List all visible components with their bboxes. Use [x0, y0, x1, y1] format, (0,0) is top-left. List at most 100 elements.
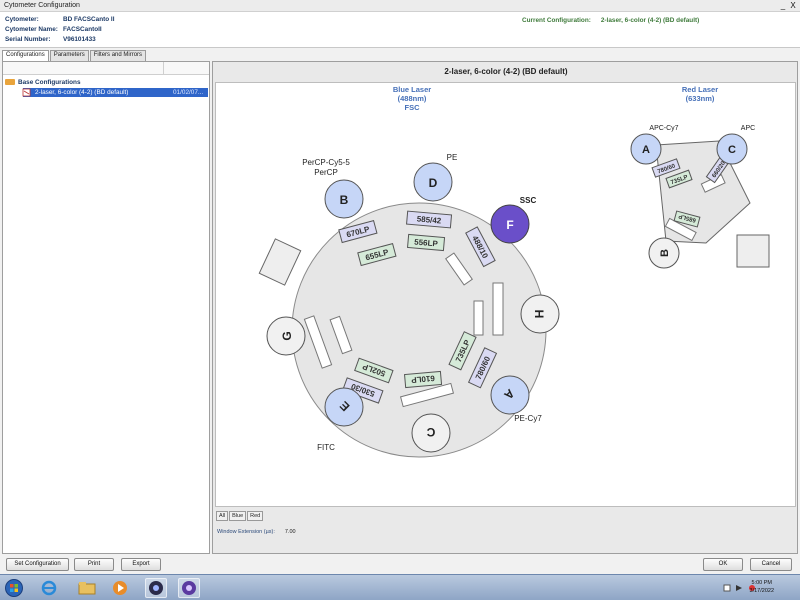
- detector-a-pe-cy7[interactable]: A: [490, 375, 530, 415]
- close-button[interactable]: X: [788, 1, 798, 11]
- blue-laser-fsc: FSC: [405, 103, 421, 112]
- windows-logo-icon: [5, 579, 23, 597]
- cytometer-name-value: FACSCantoII: [63, 26, 102, 33]
- laser-filter-tabs: All Blue Red: [216, 511, 264, 521]
- folder-icon: [78, 582, 96, 595]
- window-titlebar: Cytometer Configuration _ X: [0, 0, 800, 12]
- cytometer-row: Cytometer: BD FACSCanto II: [5, 16, 114, 23]
- mirror-slot: [492, 282, 504, 336]
- set-configuration-button[interactable]: Set Configuration: [6, 558, 69, 571]
- label-percp: PerCP: [314, 168, 338, 177]
- red-mirror-slot-outer: [736, 234, 770, 268]
- detector-g[interactable]: G: [266, 316, 306, 356]
- taskbar-facsdiva[interactable]: [145, 578, 167, 598]
- detector-c[interactable]: C: [411, 413, 451, 453]
- tree-item-date: 01/02/07...: [173, 89, 204, 96]
- minimize-button[interactable]: _: [778, 1, 788, 11]
- clock-time: 5:00 PM: [751, 580, 772, 586]
- detector-d-letter: D: [429, 176, 438, 190]
- current-configuration-label: Current Configuration:: [522, 17, 591, 24]
- folder-icon: [5, 79, 15, 86]
- tab-blue[interactable]: Blue: [229, 511, 247, 521]
- cytometer-info-header: Cytometer: BD FACSCanto II Cytometer Name…: [0, 12, 800, 48]
- red-laser-title: Red Laser: [682, 85, 718, 94]
- detector-b-letter: B: [340, 193, 349, 207]
- window-extension-label: Window Extension (µs):: [217, 529, 275, 535]
- label-percp-cy5-5: PerCP-Cy5-5: [302, 158, 350, 167]
- tree-item-selected-configuration[interactable]: 2-laser, 6-color (4-2) (BD default) 01/0…: [23, 88, 208, 97]
- red-laser-wavelength: (633nm): [686, 94, 715, 103]
- taskbar-cytometer-app[interactable]: [178, 578, 200, 598]
- tree-root-label: Base Configurations: [18, 79, 81, 86]
- tab-configurations[interactable]: Configurations: [2, 50, 49, 61]
- taskbar-media-player[interactable]: [109, 578, 131, 598]
- detector-f-ssc[interactable]: F: [490, 204, 530, 244]
- label-pe: PE: [447, 153, 458, 162]
- cytometer-name-row: Cytometer Name: FACSCantoII: [5, 26, 102, 33]
- taskbar-explorer[interactable]: [76, 578, 98, 598]
- detector-h[interactable]: H: [520, 294, 560, 334]
- label-pe-cy7: PE-Cy7: [514, 414, 542, 423]
- tab-all[interactable]: All: [216, 511, 229, 521]
- detector-d-pe[interactable]: D: [413, 162, 453, 202]
- red-detector-b-letter: B: [659, 249, 671, 257]
- main-tabs: Configurations Parameters Filters and Mi…: [2, 50, 147, 61]
- cytometer-name-label: Cytometer Name:: [5, 26, 58, 33]
- tree-item-label: 2-laser, 6-color (4-2) (BD default): [35, 89, 129, 96]
- cancel-button[interactable]: Cancel: [750, 558, 792, 571]
- mirror-slot: [473, 300, 484, 336]
- label-fitc: FITC: [317, 443, 335, 452]
- serial-number-row: Serial Number: V96101433: [5, 36, 96, 43]
- detector-g-letter: G: [280, 331, 294, 340]
- facsdiva-icon: [149, 581, 163, 595]
- red-detector-b[interactable]: B: [648, 237, 680, 269]
- internet-explorer-icon: [41, 580, 57, 596]
- cytometer-value: BD FACSCanto II: [63, 16, 115, 23]
- start-button[interactable]: [3, 578, 25, 598]
- red-detector-a-letter: A: [642, 144, 650, 156]
- configurations-tree-panel: Base Configurations 2-laser, 6-color (4-…: [2, 61, 210, 554]
- detector-h-letter: H: [532, 310, 546, 319]
- window-extension: Window Extension (µs): 7.00: [217, 529, 296, 535]
- current-configuration: Current Configuration: 2-laser, 6-color (…: [522, 17, 699, 24]
- label-apc-cy7: APC-Cy7: [649, 125, 678, 132]
- red-detector-c-apc[interactable]: C: [716, 133, 748, 165]
- laser-diagram: Blue Laser (488nm) FSC 670LP 655LP 585/4…: [258, 85, 770, 458]
- tab-red[interactable]: Red: [247, 511, 264, 521]
- print-button[interactable]: Print: [74, 558, 114, 571]
- red-detector-a-apc-cy7[interactable]: A: [630, 133, 662, 165]
- tab-filters-and-mirrors[interactable]: Filters and Mirrors: [89, 50, 147, 61]
- label-apc: APC: [741, 125, 755, 132]
- detector-c-letter: C: [426, 425, 435, 439]
- blue-laser-wavelength: (488nm): [398, 94, 427, 103]
- tree-column-divider: [163, 62, 164, 75]
- blue-laser-title: Blue Laser: [393, 85, 431, 94]
- taskbar: 5:00 PM 3/17/2022: [0, 574, 800, 600]
- window-extension-value: 7.00: [284, 529, 296, 535]
- serial-number-label: Serial Number:: [5, 36, 51, 43]
- laser-layout-canvas: Blue Laser (488nm) FSC 670LP 655LP 585/4…: [215, 82, 796, 507]
- window-controls: _ X: [778, 1, 798, 11]
- detector-e-fitc[interactable]: E: [324, 387, 364, 427]
- system-clock[interactable]: 5:00 PM 3/17/2022: [750, 579, 774, 595]
- current-configuration-value: 2-laser, 6-color (4-2) (BD default): [600, 17, 700, 24]
- configuration-icon: [22, 88, 31, 97]
- media-player-icon: [113, 581, 127, 595]
- cytometer-label: Cytometer:: [5, 16, 39, 23]
- filter-556lp[interactable]: 556LP: [407, 233, 446, 252]
- filter-610lp[interactable]: 610LP: [404, 370, 443, 389]
- taskbar-ie[interactable]: [38, 578, 60, 598]
- export-button[interactable]: Export: [121, 558, 161, 571]
- serial-number-value: V96101433: [63, 36, 96, 43]
- label-ssc: SSC: [520, 196, 537, 205]
- tab-parameters[interactable]: Parameters: [49, 50, 89, 61]
- clock-date: 3/17/2022: [749, 588, 774, 594]
- red-detector-c-letter: C: [728, 144, 736, 156]
- detector-b-percp-cy5-5[interactable]: B: [324, 179, 364, 219]
- ok-button[interactable]: OK: [703, 558, 743, 571]
- configuration-title: 2-laser, 6-color (4-2) (BD default): [444, 67, 568, 76]
- detector-f-letter: F: [506, 218, 513, 232]
- configuration-detail-panel: 2-laser, 6-color (4-2) (BD default) Blue…: [212, 61, 798, 554]
- cytometer-app-icon: [182, 581, 196, 595]
- window-title: Cytometer Configuration: [4, 2, 80, 9]
